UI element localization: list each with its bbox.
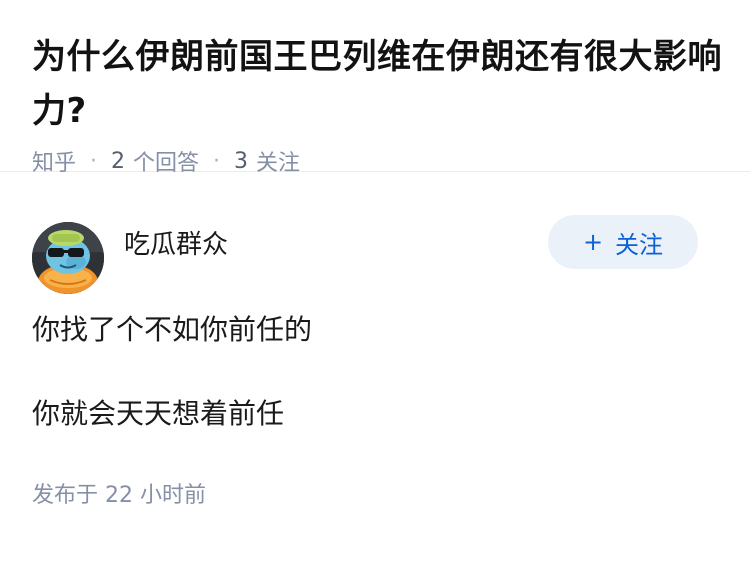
avatar[interactable] bbox=[32, 222, 104, 294]
publish-suffix: 小时前 bbox=[140, 483, 207, 508]
meta-separator: · bbox=[213, 148, 221, 174]
follow-count: 3 bbox=[234, 148, 249, 174]
publish-time: 发布于 22 小时前 bbox=[32, 477, 718, 509]
answer-card: 吃瓜群众 + 关注 你找了个不如你前任的 你就会天天想着前任 发布于 22 小时… bbox=[0, 172, 750, 509]
follow-button[interactable]: + 关注 bbox=[548, 215, 698, 269]
author-name[interactable]: 吃瓜群众 bbox=[124, 224, 228, 261]
cartoon-turtle-avatar-icon bbox=[32, 222, 104, 294]
publish-prefix: 发布于 bbox=[32, 483, 99, 508]
follow-button-label: 关注 bbox=[615, 230, 664, 259]
author-row: 吃瓜群众 + 关注 bbox=[32, 172, 718, 310]
answer-paragraph: 你就会天天想着前任 bbox=[32, 397, 285, 430]
plus-icon: + bbox=[582, 228, 604, 256]
answer-paragraph: 你找了个不如你前任的 bbox=[32, 313, 313, 346]
question-header: 为什么伊朗前国王巴列维在伊朗还有很大影响力? 知乎 · 2 个回答 · 3 关注 bbox=[0, 0, 750, 176]
answer-content[interactable]: 你找了个不如你前任的 你就会天天想着前任 bbox=[32, 310, 718, 434]
page: 为什么伊朗前国王巴列维在伊朗还有很大影响力? 知乎 · 2 个回答 · 3 关注 bbox=[0, 0, 750, 568]
meta-separator: · bbox=[90, 148, 98, 174]
question-title[interactable]: 为什么伊朗前国王巴列维在伊朗还有很大影响力? bbox=[32, 30, 722, 138]
publish-number: 22 bbox=[105, 483, 134, 508]
answer-count: 2 bbox=[111, 148, 126, 174]
